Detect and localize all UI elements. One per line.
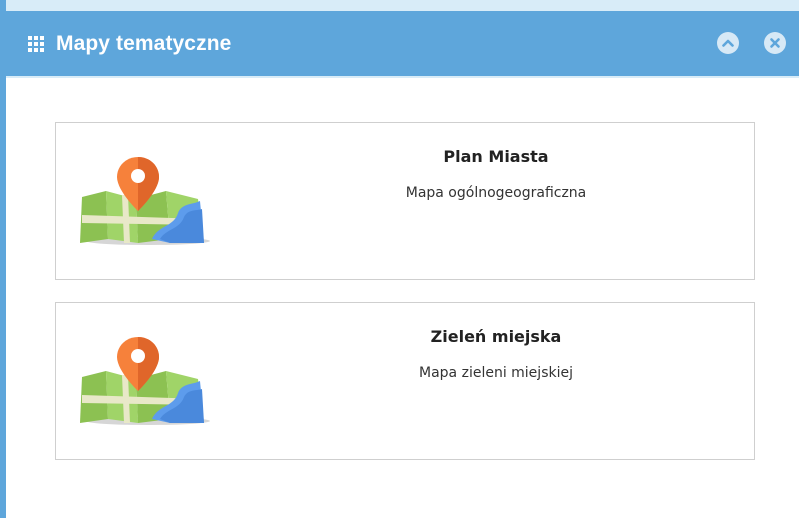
card-title: Plan Miasta [443,147,549,166]
card-title: Zieleń miejska [430,327,562,346]
chevron-up-icon [722,39,734,47]
panel-title: Mapy tematyczne [56,31,232,55]
header-title-group: Mapy tematyczne [28,11,231,76]
map-card-plan-miasta[interactable]: Plan Miasta Mapa ogólnogeograficzna [55,122,755,280]
map-pin-icon [78,155,216,247]
collapse-button[interactable] [717,32,739,54]
close-icon [770,38,780,48]
card-subtitle: Mapa ogólnogeograficzna [405,185,587,201]
card-subtitle: Mapa zieleni miejskiej [419,365,573,381]
map-pin-icon [78,335,216,427]
grid-icon [28,35,44,52]
thematic-maps-panel: Mapy tematyczne Plan Miasta Mapa ogólnog… [0,0,799,518]
map-card-zielen-miejska[interactable]: Zieleń miejska Mapa zieleni miejskiej [55,302,755,460]
close-button[interactable] [764,32,786,54]
